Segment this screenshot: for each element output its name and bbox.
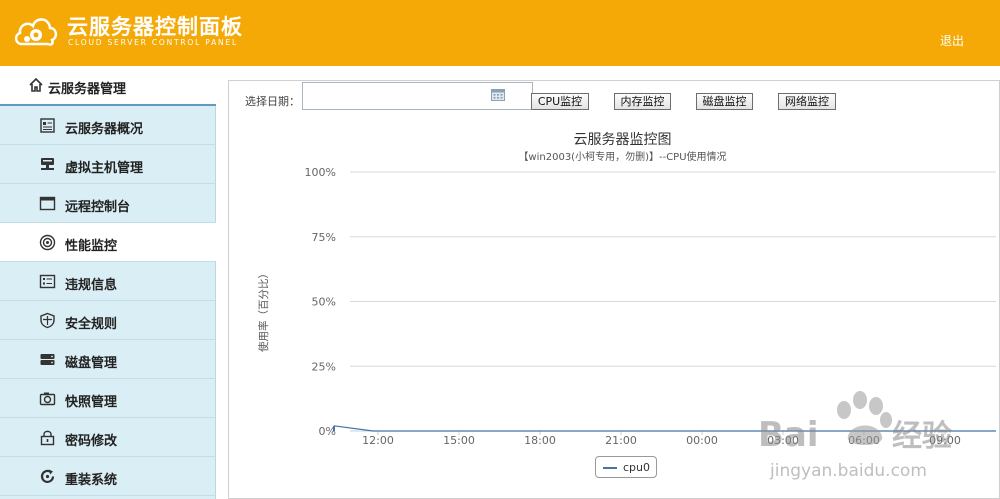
sidebar-item-remote-console[interactable]: 远程控制台 <box>0 184 216 223</box>
x-tick-label: 00:00 <box>686 434 718 447</box>
document-icon <box>40 118 55 133</box>
sidebar-item-disk[interactable]: 磁盘管理 <box>0 340 216 379</box>
legend-line-swatch <box>603 467 617 469</box>
legend-label: cpu0 <box>623 461 651 474</box>
server-icon <box>41 158 54 170</box>
disk-icon <box>40 354 55 365</box>
network-monitor-button[interactable]: 网络监控 <box>778 93 836 110</box>
sidebar-item-label: 云服务器概况 <box>65 122 144 137</box>
x-tick-label: 09:00 <box>929 434 961 447</box>
chart-canvas: 0%25%50%75%100%12:00 15:00 18:00 21:00 00:00… <box>305 166 996 447</box>
reload-icon <box>40 469 55 483</box>
date-label: 选择日期： <box>245 95 300 108</box>
x-tick-label: 15:00 <box>443 434 475 447</box>
sidebar-item-label: 安全规则 <box>65 317 118 332</box>
disk-monitor-button[interactable]: 磁盘监控 <box>696 93 753 110</box>
chart-legend[interactable]: cpu0 <box>595 456 657 478</box>
app-subtitle: CLOUD SERVER CONTROL PANEL <box>68 38 238 47</box>
sidebar-item-label: 重装系统 <box>65 473 118 488</box>
y-axis-label: 使用率（百分比） <box>258 268 270 352</box>
calendar-icon[interactable] <box>491 89 505 101</box>
sidebar-item-label: 违规信息 <box>65 278 118 293</box>
app-title: 云服务器控制面板 <box>67 15 243 39</box>
sidebar-heading-label: 云服务器管理 <box>48 82 127 97</box>
cpu-monitor-button[interactable]: CPU监控 <box>531 93 589 110</box>
lock-icon <box>40 430 55 446</box>
sidebar-item-security-rules[interactable]: 安全规则 <box>0 301 216 340</box>
sidebar-item-label: 远程控制台 <box>65 200 131 215</box>
series-line-cpu0 <box>333 425 996 432</box>
toolbar: 选择日期： CPU监控 内存监控 磁盘监控 网络监控 <box>229 81 1000 121</box>
x-tick-label: 18:00 <box>524 434 556 447</box>
sidebar-item-label: 密码修改 <box>65 434 118 449</box>
monitor-chart: 0% 25% 50% 75% 100% 12:00 15:00 18:00 21:00 00:00… <box>246 122 999 493</box>
sidebar-item-reinstall[interactable]: 重装系统 <box>0 457 216 496</box>
camera-icon <box>39 392 56 406</box>
list-icon <box>39 274 56 289</box>
sidebar-item-virtual-host[interactable]: 虚拟主机管理 <box>0 145 216 184</box>
memory-monitor-button[interactable]: 内存监控 <box>614 93 671 110</box>
chart-subtitle: 【win2003(小柯专用，勿删)】--CPU使用情况 <box>518 152 727 163</box>
sidebar-item-label: 快照管理 <box>65 395 118 410</box>
window-icon <box>39 196 56 211</box>
sidebar-item-label: 虚拟主机管理 <box>65 161 144 176</box>
sidebar-item-violations[interactable]: 违规信息 <box>0 262 216 301</box>
sidebar-item-snapshot[interactable]: 快照管理 <box>0 379 216 418</box>
sidebar-heading[interactable]: 云服务器管理 <box>0 66 216 106</box>
y-tick-label: 25% <box>312 360 336 373</box>
x-tick-label: 12:00 <box>362 434 394 447</box>
sidebar-item-performance[interactable]: 性能监控 <box>0 223 216 262</box>
sidebar-item-password[interactable]: 密码修改 <box>0 418 216 457</box>
logout-link[interactable]: 退出 <box>940 32 964 49</box>
x-tick-label: 03:00 <box>767 434 799 447</box>
top-header: 云服务器控制面板 CLOUD SERVER CONTROL PANEL 退出 <box>0 0 1000 66</box>
sidebar-item-label: 性能监控 <box>65 239 118 254</box>
y-tick-label: 75% <box>312 231 336 244</box>
shield-icon <box>40 312 55 329</box>
chart-title: 云服务器监控图 <box>573 132 672 148</box>
cloud-logo-icon <box>14 18 58 46</box>
x-tick-label: 06:00 <box>848 434 880 447</box>
sidebar: 云服务器管理 云服务器概况 虚拟主机管理 远程控制台 性能监控 违规信息 安全规… <box>0 66 216 499</box>
y-tick-label: 100% <box>305 166 336 179</box>
home-icon <box>29 77 43 92</box>
x-tick-label: 21:00 <box>605 434 637 447</box>
y-tick-label: 50% <box>312 296 336 309</box>
target-icon <box>39 234 56 251</box>
sidebar-item-label: 磁盘管理 <box>65 356 118 371</box>
sidebar-item-overview[interactable]: 云服务器概况 <box>0 106 216 145</box>
main-panel: 选择日期： CPU监控 内存监控 磁盘监控 网络监控 0% 25% 50% 75% 10… <box>228 80 1000 499</box>
